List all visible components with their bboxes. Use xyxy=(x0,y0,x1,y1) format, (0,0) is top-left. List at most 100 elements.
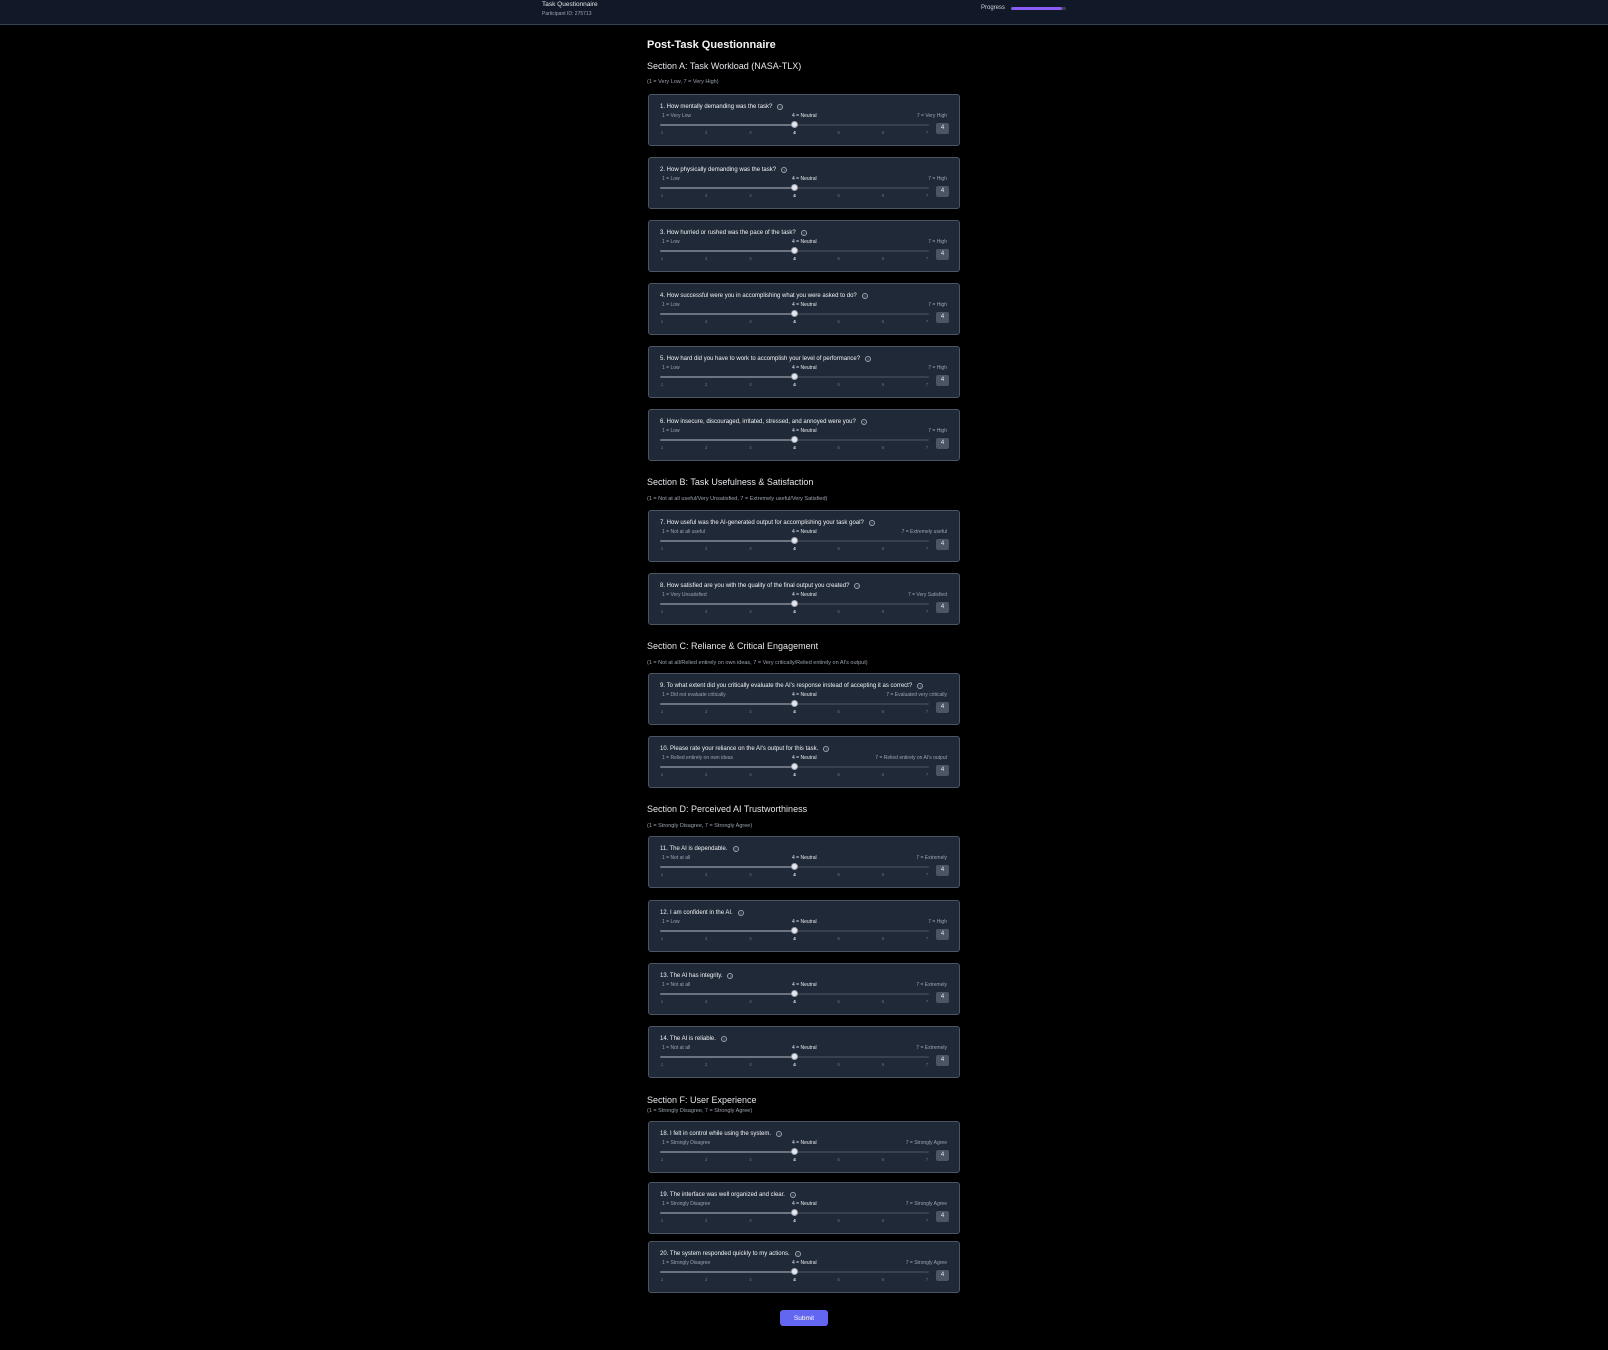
scale-tick: 6 xyxy=(881,872,885,877)
scale-tick: 7 xyxy=(925,999,929,1004)
scale-tick: 6 xyxy=(881,1277,885,1282)
help-icon[interactable]: ? xyxy=(823,746,830,752)
slider-thumb[interactable] xyxy=(791,600,798,607)
slider-thumb[interactable] xyxy=(791,1148,798,1155)
slider-fill xyxy=(660,124,795,126)
slider-thumb[interactable] xyxy=(791,700,798,707)
scale-tick: 5 xyxy=(837,1277,840,1282)
rating-value: 4 xyxy=(936,929,949,940)
slider-thumb[interactable] xyxy=(791,927,798,934)
section-scale-note: (1 = Not at all useful/Very Unsatisfied,… xyxy=(647,496,828,502)
help-icon[interactable]: ? xyxy=(781,167,788,173)
slider-thumb[interactable] xyxy=(791,1268,798,1275)
question-label: 13. The AI has integrity. xyxy=(660,973,723,979)
slider-thumb[interactable] xyxy=(791,863,798,870)
help-icon[interactable]: ? xyxy=(800,230,807,236)
scale-max-label: 7 = Extremely xyxy=(916,855,947,861)
scale-ticks: 1 2 3 4 5 6 7 xyxy=(660,1277,929,1284)
scale-ticks: 1 2 3 4 5 6 7 xyxy=(660,709,929,716)
scale-tick: 3 xyxy=(749,1157,752,1162)
slider-thumb[interactable] xyxy=(791,121,798,128)
help-icon[interactable]: ? xyxy=(794,1251,801,1257)
slider-thumb[interactable] xyxy=(791,310,798,317)
scale-neutral-label: 4 = Neutral xyxy=(792,365,817,371)
help-icon[interactable]: ? xyxy=(917,683,924,689)
help-icon[interactable]: ? xyxy=(720,1036,727,1042)
scale-neutral-label: 4 = Neutral xyxy=(792,755,817,761)
scale-ticks: 1 2 3 4 5 6 7 xyxy=(660,193,929,200)
question-text: 13. The AI has integrity.? xyxy=(660,973,734,979)
scale-tick: 3 xyxy=(749,256,752,261)
scale-tick: 2 xyxy=(704,193,708,198)
scale-min-label: 1 = Low xyxy=(662,239,680,245)
submit-button[interactable]: Submit xyxy=(780,1310,828,1326)
help-icon[interactable]: ? xyxy=(860,419,867,425)
scale-max-label: 7 = Strongly Agree xyxy=(905,1260,947,1266)
scale-tick: 7 xyxy=(925,546,929,551)
scale-tick: 4 xyxy=(793,1277,796,1282)
slider-thumb[interactable] xyxy=(791,1209,798,1216)
scale-tick: 2 xyxy=(704,1218,708,1223)
scale-ticks: 1 2 3 4 5 6 7 xyxy=(660,772,929,779)
scale-tick: 7 xyxy=(925,256,929,261)
slider-thumb[interactable] xyxy=(791,247,798,254)
help-icon[interactable]: ? xyxy=(732,846,739,852)
rating-value: 4 xyxy=(936,312,949,323)
scale-tick: 3 xyxy=(749,382,752,387)
question-card: 9. To what extent did you critically eva… xyxy=(648,673,960,725)
scale-tick: 3 xyxy=(749,130,752,135)
scale-tick: 1 xyxy=(660,382,664,387)
slider-thumb[interactable] xyxy=(791,763,798,770)
help-icon[interactable]: ? xyxy=(777,104,784,110)
scale-tick: 4 xyxy=(793,445,796,450)
slider-thumb[interactable] xyxy=(791,990,798,997)
scale-tick: 3 xyxy=(749,319,752,324)
question-label: 3. How hurried or rushed was the pace of… xyxy=(660,230,796,236)
slider-thumb[interactable] xyxy=(791,184,798,191)
question-card: 4. How successful were you in accomplish… xyxy=(648,283,960,335)
scale-tick: 5 xyxy=(837,772,840,777)
scale-tick: 6 xyxy=(881,1157,885,1162)
scale-neutral-label: 4 = Neutral xyxy=(792,428,817,434)
rating-value: 4 xyxy=(936,702,949,713)
scale-ticks: 1 2 3 4 5 6 7 xyxy=(660,1157,929,1164)
scale-tick: 4 xyxy=(793,1062,796,1067)
help-icon[interactable]: ? xyxy=(776,1131,783,1137)
scale-neutral-label: 4 = Neutral xyxy=(792,982,817,988)
help-icon[interactable]: ? xyxy=(854,583,861,589)
slider-thumb[interactable] xyxy=(791,436,798,443)
scale-tick: 6 xyxy=(881,546,885,551)
scale-min-label: 1 = Low xyxy=(662,176,680,182)
slider-thumb[interactable] xyxy=(791,1053,798,1060)
scale-tick: 7 xyxy=(925,609,929,614)
progress-bar-fill xyxy=(1011,7,1062,10)
help-icon[interactable]: ? xyxy=(868,520,875,526)
scale-tick: 1 xyxy=(660,130,664,135)
help-icon[interactable]: ? xyxy=(861,293,868,299)
rating-value: 4 xyxy=(936,992,949,1003)
question-label: 14. The AI is reliable. xyxy=(660,1036,716,1042)
slider-thumb[interactable] xyxy=(791,373,798,380)
question-card: 2. How physically demanding was the task… xyxy=(648,157,960,209)
help-icon[interactable]: ? xyxy=(727,973,734,979)
question-text: 8. How satisfied are you with the qualit… xyxy=(660,583,861,589)
scale-ticks: 1 2 3 4 5 6 7 xyxy=(660,1062,929,1069)
scale-tick: 4 xyxy=(793,382,796,387)
scale-tick: 2 xyxy=(704,999,708,1004)
rating-value: 4 xyxy=(936,438,949,449)
scale-tick: 2 xyxy=(704,1157,708,1162)
question-text: 19. The interface was well organized and… xyxy=(660,1192,796,1198)
help-icon[interactable]: ? xyxy=(737,910,744,916)
section-title: Section D: Perceived AI Trustworthiness xyxy=(647,804,808,814)
help-icon[interactable]: ? xyxy=(865,356,872,362)
scale-tick: 5 xyxy=(837,1062,840,1067)
slider-fill xyxy=(660,1271,795,1273)
question-text: 10. Please rate your reliance on the AI'… xyxy=(660,746,830,752)
question-card: 10. Please rate your reliance on the AI'… xyxy=(648,736,960,788)
question-text: 9. To what extent did you critically eva… xyxy=(660,683,924,689)
app-title: Task Questionnaire xyxy=(542,1,598,8)
scale-tick: 2 xyxy=(704,546,708,551)
help-icon[interactable]: ? xyxy=(789,1192,796,1198)
scale-tick: 2 xyxy=(704,445,708,450)
slider-thumb[interactable] xyxy=(791,537,798,544)
